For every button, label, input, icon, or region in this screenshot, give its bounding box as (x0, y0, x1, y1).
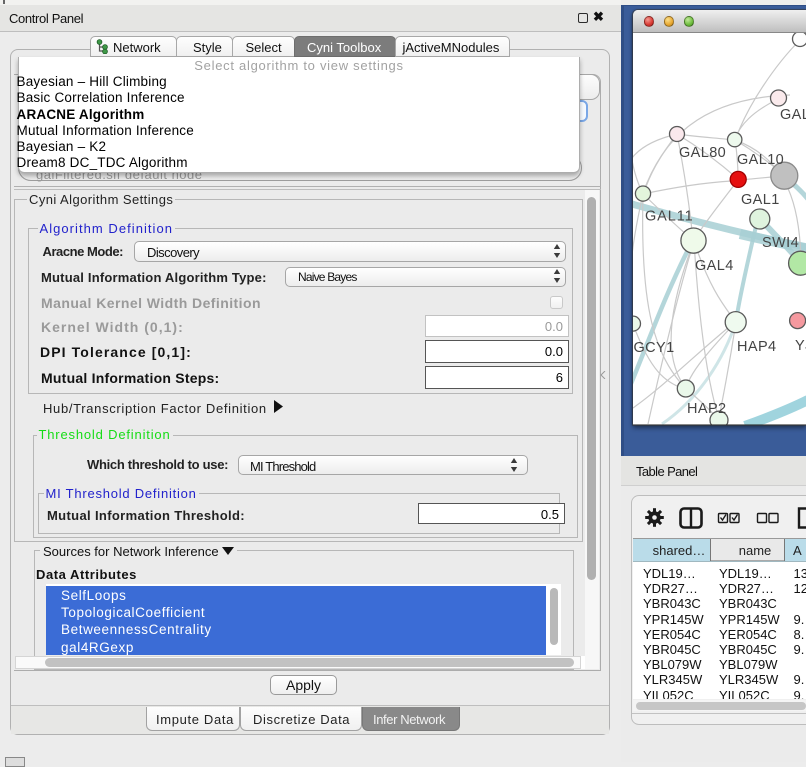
svg-text:HAP2: HAP2 (687, 401, 726, 417)
svg-text:GAL10: GAL10 (737, 152, 784, 168)
svg-text:GCY1: GCY1 (634, 340, 675, 356)
svg-text:GAL1: GAL1 (741, 192, 780, 208)
svg-text:HAP4: HAP4 (737, 339, 776, 355)
svg-text:YJ: YJ (795, 338, 806, 354)
svg-text:GAL11: GAL11 (645, 209, 694, 225)
svg-text:SWI4: SWI4 (762, 235, 799, 251)
svg-text:GAL7: GAL7 (780, 107, 806, 123)
svg-text:GAL80: GAL80 (679, 145, 726, 161)
svg-text:GAL4: GAL4 (695, 258, 734, 274)
